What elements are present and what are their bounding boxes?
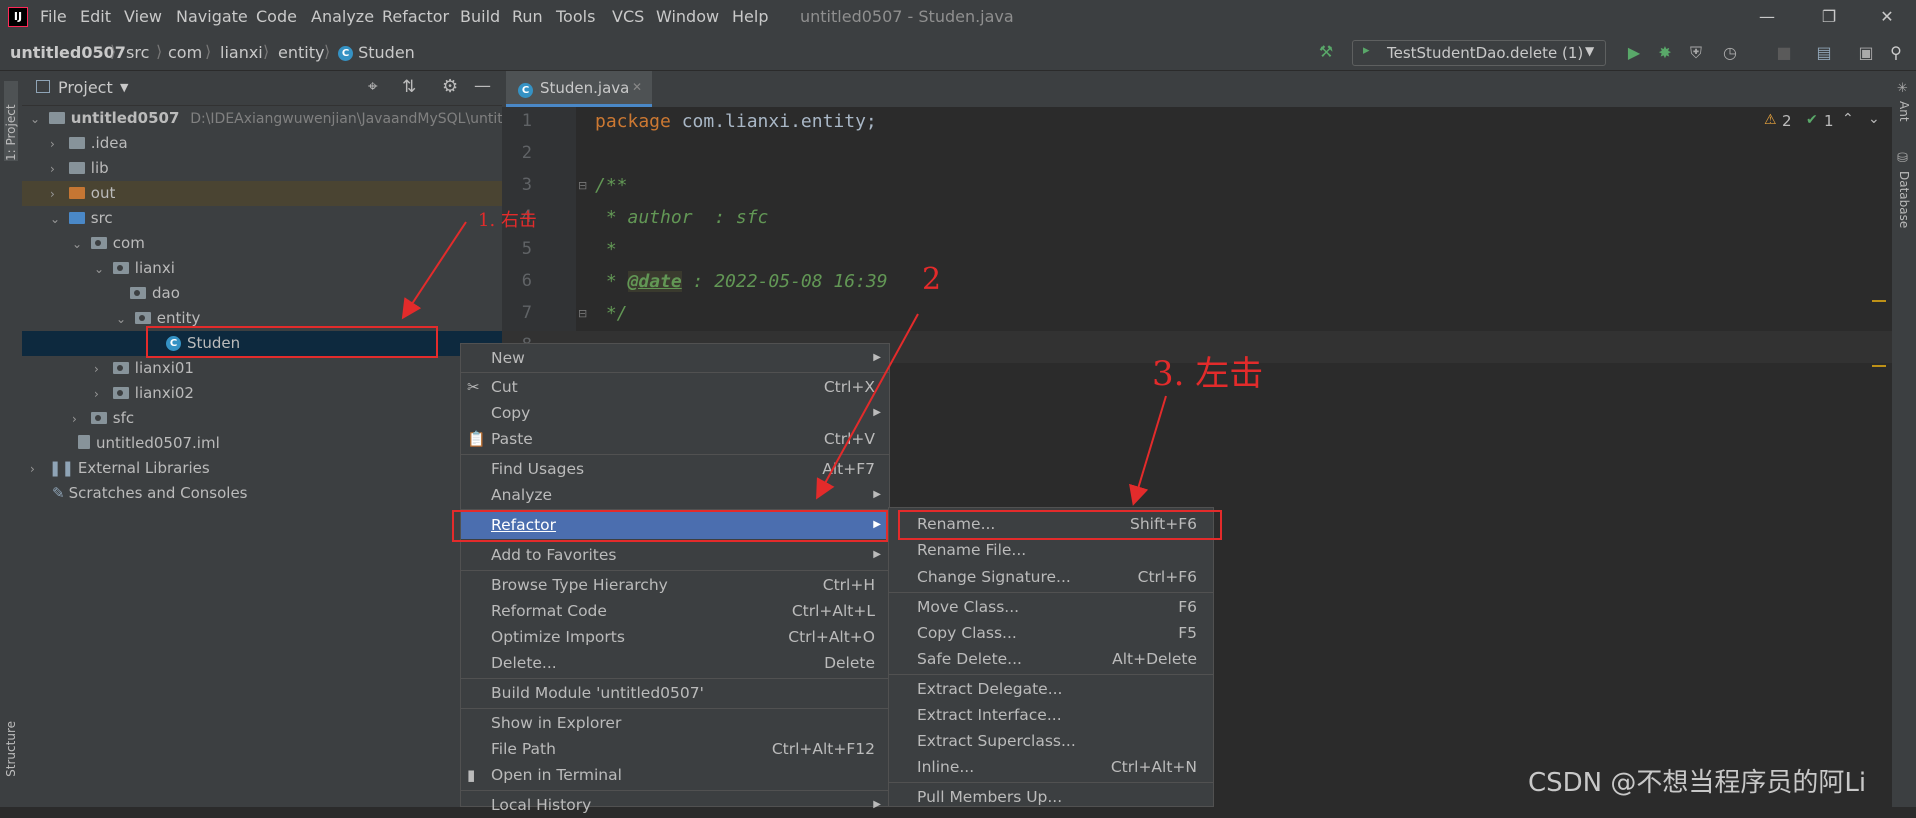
watermark: CSDN @不想当程序员的阿Li [1528, 768, 1867, 798]
arrow-step-1 [401, 221, 467, 320]
annotation-arrows [401, 221, 1167, 506]
arrow-step-3 [1129, 395, 1167, 506]
arrow-step-2 [816, 313, 919, 500]
